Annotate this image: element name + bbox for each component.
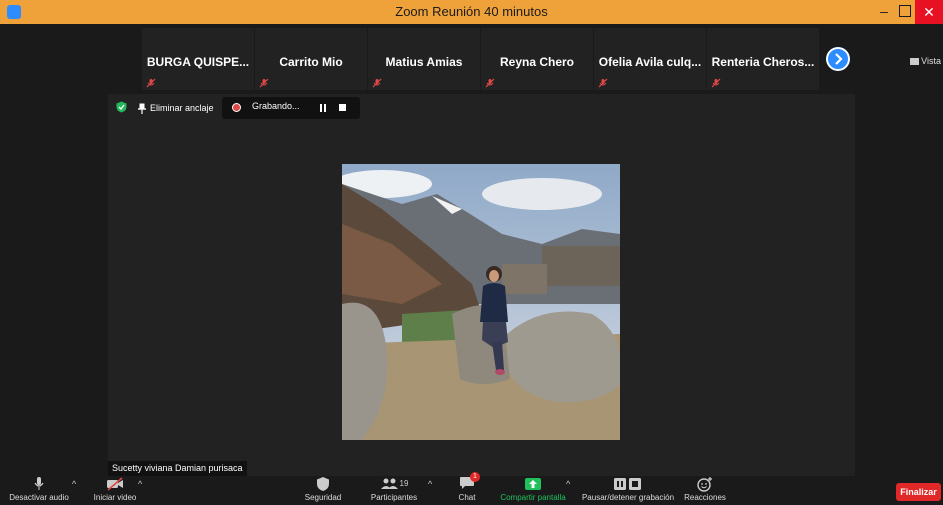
audio-options-caret-icon[interactable]: ^ bbox=[72, 479, 76, 489]
title-bar: Zoom Reunión 40 minutos – ✕ bbox=[0, 0, 943, 24]
participants-icon bbox=[380, 478, 398, 489]
end-meeting-button[interactable]: Finalizar bbox=[896, 483, 941, 501]
recording-dot-icon bbox=[232, 103, 241, 112]
record-label: Pausar/detener grabación bbox=[581, 493, 675, 502]
participants-count: 19 bbox=[399, 479, 409, 488]
participant-name: Carrito Mio bbox=[279, 55, 343, 69]
mic-muted-icon bbox=[485, 78, 495, 88]
participant-name: Matius Amias bbox=[385, 55, 463, 69]
mute-audio-label: Desactivar audio bbox=[9, 493, 69, 502]
view-label: Vista bbox=[921, 56, 941, 66]
share-options-caret-icon[interactable]: ^ bbox=[566, 479, 570, 489]
reactions-button[interactable]: Reacciones bbox=[682, 476, 728, 502]
grid-view-icon bbox=[910, 58, 920, 66]
share-screen-icon bbox=[525, 478, 541, 490]
participant-video bbox=[342, 164, 620, 440]
pin-icon bbox=[138, 103, 146, 115]
start-video-button[interactable]: Iniciar video bbox=[88, 476, 142, 502]
close-button[interactable]: ✕ bbox=[915, 0, 943, 24]
share-screen-label: Compartir pantalla bbox=[500, 493, 566, 502]
maximize-button[interactable] bbox=[899, 5, 911, 17]
recording-indicator: Grabando... bbox=[222, 97, 360, 119]
pause-stop-recording-button[interactable]: Pausar/detener grabación bbox=[578, 476, 678, 502]
mic-muted-icon bbox=[711, 78, 721, 88]
minimize-button[interactable]: – bbox=[877, 3, 891, 19]
chat-label: Chat bbox=[458, 493, 476, 502]
unpin-button[interactable]: Eliminar anclaje bbox=[138, 99, 214, 117]
security-label: Seguridad bbox=[304, 493, 342, 502]
mic-muted-icon bbox=[598, 78, 608, 88]
pause-recording-button[interactable] bbox=[320, 104, 326, 112]
participant-name: BURGA QUISPE... bbox=[146, 55, 250, 69]
participant-tile[interactable]: Renteria Cheros... bbox=[707, 28, 819, 90]
mic-muted-icon bbox=[372, 78, 382, 88]
participant-strip: BURGA QUISPE... Carrito Mio Matius Amias… bbox=[0, 24, 943, 94]
participant-name: Renteria Cheros... bbox=[711, 55, 815, 69]
participants-button[interactable]: 19 Participantes bbox=[358, 476, 430, 502]
chat-badge: 1 bbox=[470, 472, 480, 482]
microphone-icon bbox=[34, 477, 44, 490]
participant-tile[interactable]: Reyna Chero bbox=[481, 28, 593, 90]
shield-icon bbox=[317, 477, 329, 491]
video-options-caret-icon[interactable]: ^ bbox=[138, 479, 142, 489]
shield-check-icon[interactable] bbox=[116, 101, 127, 113]
pause-stop-icon bbox=[614, 478, 641, 490]
recording-label: Grabando... bbox=[252, 101, 300, 111]
security-button[interactable]: Seguridad bbox=[298, 476, 348, 502]
window-title: Zoom Reunión 40 minutos bbox=[395, 4, 548, 19]
unpin-label: Eliminar anclaje bbox=[150, 103, 214, 113]
meeting-toolbar: Desactivar audio ^ Iniciar video ^ Segur… bbox=[0, 472, 943, 505]
view-button[interactable]: Vista bbox=[910, 56, 941, 66]
speaker-name-label: Sucetty viviana Damian purisaca bbox=[108, 461, 247, 476]
participant-name: Ofelia Avila culq... bbox=[598, 55, 702, 69]
chat-button[interactable]: 1 Chat bbox=[452, 472, 482, 502]
start-video-label: Iniciar video bbox=[93, 493, 137, 502]
participants-caret-icon[interactable]: ^ bbox=[428, 479, 432, 489]
participant-name: Reyna Chero bbox=[499, 55, 575, 69]
participant-tile[interactable]: Carrito Mio bbox=[255, 28, 367, 90]
participant-tile[interactable]: Matius Amias bbox=[368, 28, 480, 90]
mute-audio-button[interactable]: Desactivar audio bbox=[4, 476, 74, 502]
stop-recording-button[interactable] bbox=[339, 104, 346, 111]
share-screen-button[interactable]: Compartir pantalla bbox=[498, 476, 568, 502]
smiley-plus-icon bbox=[697, 477, 712, 492]
participant-tile[interactable]: BURGA QUISPE... bbox=[142, 28, 254, 90]
participant-tile[interactable]: Ofelia Avila culq... bbox=[594, 28, 706, 90]
next-page-button[interactable] bbox=[826, 47, 850, 71]
mic-muted-icon bbox=[146, 78, 156, 88]
reactions-label: Reacciones bbox=[684, 493, 726, 502]
participants-label: Participantes bbox=[370, 493, 418, 502]
mic-muted-icon bbox=[259, 78, 269, 88]
video-off-icon bbox=[107, 477, 123, 491]
